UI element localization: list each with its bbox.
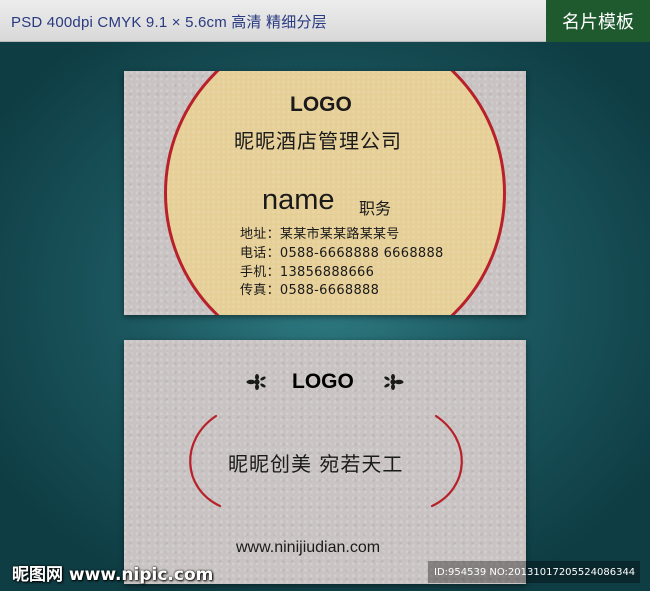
floral-ornament-right-icon <box>384 374 404 390</box>
spec-text: PSD 400dpi CMYK 9.1 × 5.6cm 高清 精细分层 <box>11 14 327 31</box>
back-logo-text: LOGO <box>292 370 354 393</box>
watermark-id: ID:954539 NO:20131017205524086344 <box>428 561 640 583</box>
template-badge: 名片模板 <box>546 0 650 42</box>
business-card-back: LOGO 昵昵创美 宛若天工 www.ninijiudian.com <box>124 340 526 584</box>
fax-line: 传真：0588-6668888 <box>240 283 380 298</box>
slogan-text: 昵昵创美 宛若天工 <box>228 452 404 476</box>
mobile-line: 手机：13856888666 <box>240 265 375 280</box>
front-logo-text: LOGO <box>290 93 352 116</box>
phone-line: 电话：0588-6668888 6668888 <box>240 246 444 261</box>
website-url: www.ninijiudian.com <box>236 539 381 556</box>
address-line: 地址：某某市某某路某某号 <box>240 227 400 242</box>
watermark-site: 昵图网 www.nipic.com <box>12 565 214 585</box>
business-card-front: LOGO 昵昵酒店管理公司 name 职务 地址：某某市某某路某某号 电话：05… <box>124 71 526 315</box>
floral-ornament-left-icon <box>246 374 266 390</box>
person-position: 职务 <box>359 199 392 218</box>
company-name: 昵昵酒店管理公司 <box>234 129 402 153</box>
person-name: name <box>262 184 335 216</box>
top-info-bar: PSD 400dpi CMYK 9.1 × 5.6cm 高清 精细分层 名片模板 <box>0 0 650 42</box>
